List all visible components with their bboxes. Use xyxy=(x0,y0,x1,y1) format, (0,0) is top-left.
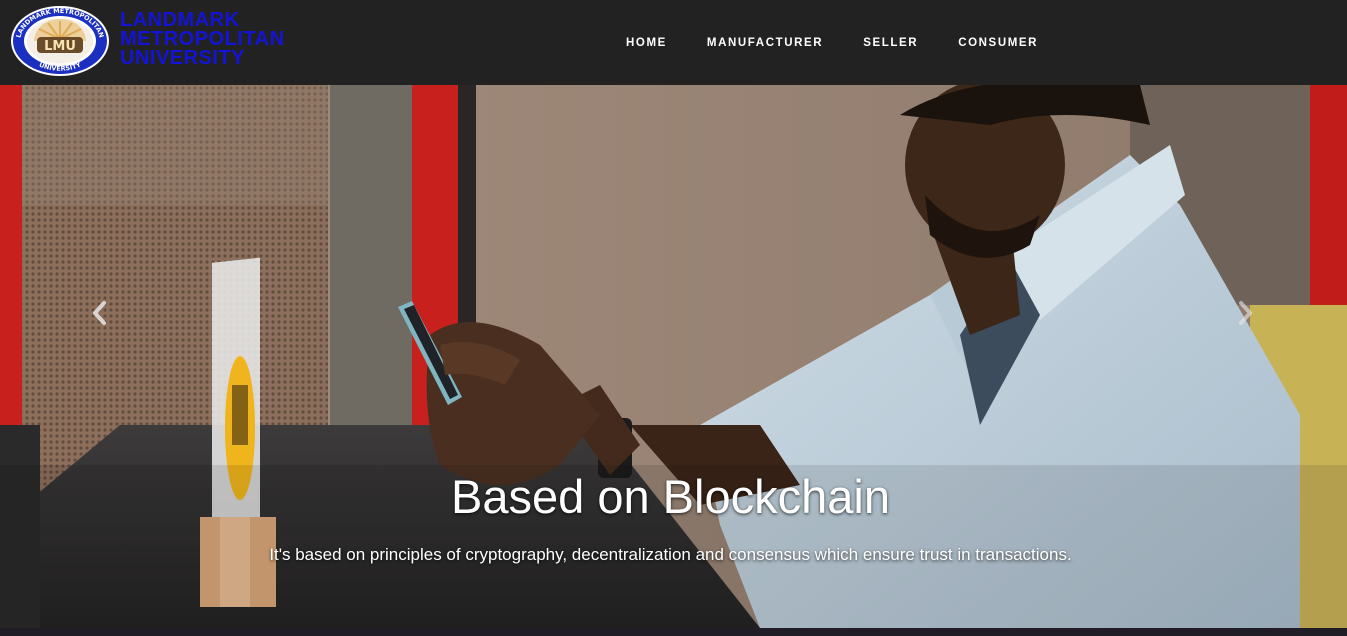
university-logo[interactable]: LMU LANDMARK METROPOLITAN UNIVERSITY xyxy=(10,4,114,80)
bottom-strip xyxy=(0,628,1347,636)
slide-description: It's based on principles of cryptography… xyxy=(269,545,1072,564)
carousel-next-control[interactable] xyxy=(1231,295,1261,331)
slide-title: Based on Blockchain xyxy=(451,470,890,523)
hero-carousel: Based on Blockchain It's based on princi… xyxy=(0,85,1347,628)
chevron-left-icon xyxy=(93,301,106,325)
navbar: LMU LANDMARK METROPOLITAN UNIVERSITY LAN… xyxy=(0,0,1347,85)
brand-name[interactable]: LANDMARK METROPOLITAN UNIVERSITY xyxy=(120,10,360,69)
nav-home-link[interactable]: HOME xyxy=(606,37,687,49)
chevron-right-icon xyxy=(1239,301,1252,325)
brand-line-3: UNIVERSITY xyxy=(120,47,246,69)
main-nav: HOME MANUFACTURER SELLER CONSUMER xyxy=(606,0,1058,85)
logo-text: LMU xyxy=(44,39,76,54)
nav-seller-link[interactable]: SELLER xyxy=(843,37,938,49)
carousel-prev-control[interactable] xyxy=(84,295,114,331)
nav-manufacturer-link[interactable]: MANUFACTURER xyxy=(687,37,843,49)
nav-consumer-link[interactable]: CONSUMER xyxy=(938,37,1058,49)
